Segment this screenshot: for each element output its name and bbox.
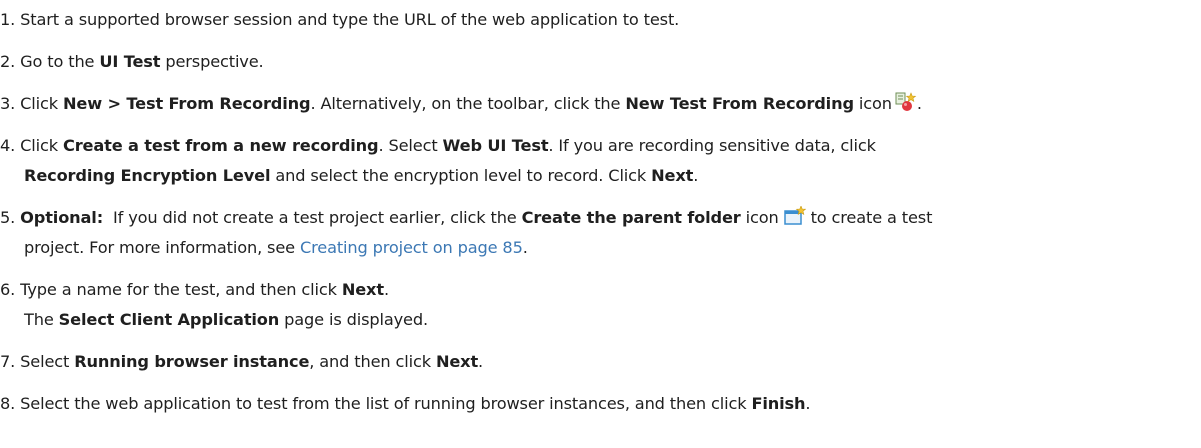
step-number: 4.	[0, 136, 16, 155]
step-number: 7.	[0, 352, 16, 371]
step-text: , and then click	[309, 352, 436, 371]
ui-element-name: Next	[435, 352, 479, 371]
ui-element-name: Recording Encryption Level	[24, 166, 271, 185]
step-7: 7. Select Running browser instance, and …	[0, 347, 483, 377]
step-text: page is displayed.	[279, 310, 428, 329]
step-text: .	[916, 94, 922, 113]
step-6: 6. Type a name for the test, and then cl…	[0, 275, 389, 305]
step-1: 1. Start a supported browser session and…	[0, 5, 679, 35]
step-text: Select	[20, 352, 75, 371]
optional-label: Optional:	[20, 208, 104, 227]
step-text: Go to the	[20, 52, 100, 71]
step-text: project. For more information, see	[24, 238, 300, 257]
step-text: Select the web application to test from …	[20, 394, 752, 413]
ui-element-name: Create the parent folder	[521, 208, 741, 227]
step-text: If you did not create a test project ear…	[103, 208, 522, 227]
step-text: Type a name for the test, and then click	[20, 280, 342, 299]
step-number: 5.	[0, 208, 16, 227]
instructions-list: 1. Start a supported browser session and…	[0, 0, 1201, 448]
step-text: Start a supported browser session and ty…	[20, 10, 680, 29]
create-parent-folder-icon	[783, 205, 806, 236]
step-text: to create a test	[805, 208, 933, 227]
step-number: 8.	[0, 394, 16, 413]
ui-element-name: New Test From Recording	[625, 94, 854, 113]
step-2: 2. Go to the UI Test perspective.	[0, 47, 264, 77]
step-number: 3.	[0, 94, 16, 113]
creating-project-link[interactable]: Creating project on page 85	[300, 238, 523, 257]
ui-element-name: Next	[651, 166, 694, 185]
ui-element-name: Next	[341, 280, 384, 299]
step-4-continuation: Recording Encryption Level and select th…	[24, 161, 698, 191]
step-text: icon	[853, 94, 892, 113]
step-text: .	[478, 352, 484, 371]
menu-path: New > Test From Recording	[62, 94, 311, 113]
step-text: Click	[20, 136, 63, 155]
step-text: . If you are recording sensitive data, c…	[548, 136, 876, 155]
step-text: . Select	[378, 136, 443, 155]
step-number: 1.	[0, 10, 16, 29]
step-text: .	[522, 238, 528, 257]
ui-element-name: Web UI Test	[442, 136, 549, 155]
step-number: 6.	[0, 280, 16, 299]
step-text: .	[805, 394, 811, 413]
step-text: . Alternatively, on the toolbar, click t…	[310, 94, 626, 113]
step-5: 5. Optional: If you did not create a tes…	[0, 203, 932, 236]
step-text: .	[693, 166, 699, 185]
step-4: 4. Click Create a test from a new record…	[0, 131, 876, 161]
step-text: and select the encryption level to recor…	[270, 166, 652, 185]
ui-element-name: Running browser instance	[74, 352, 310, 371]
step-text: perspective.	[160, 52, 264, 71]
step-text: Click	[20, 94, 63, 113]
ui-element-name: Create a test from a new recording	[62, 136, 379, 155]
ui-element-name: Finish	[751, 394, 806, 413]
ui-element-name: Select Client Application	[58, 310, 280, 329]
new-test-from-recording-icon	[895, 92, 917, 122]
step-number: 2.	[0, 52, 16, 71]
step-6-result: The Select Client Application page is di…	[24, 305, 428, 335]
step-8: 8. Select the web application to test fr…	[0, 389, 811, 419]
step-text: The	[24, 310, 59, 329]
step-text: .	[383, 280, 389, 299]
step-5-continuation: project. For more information, see Creat…	[24, 233, 528, 263]
step-text: icon	[740, 208, 784, 227]
step-3: 3. Click New > Test From Recording. Alte…	[0, 89, 922, 122]
ui-element-name: UI Test	[99, 52, 161, 71]
